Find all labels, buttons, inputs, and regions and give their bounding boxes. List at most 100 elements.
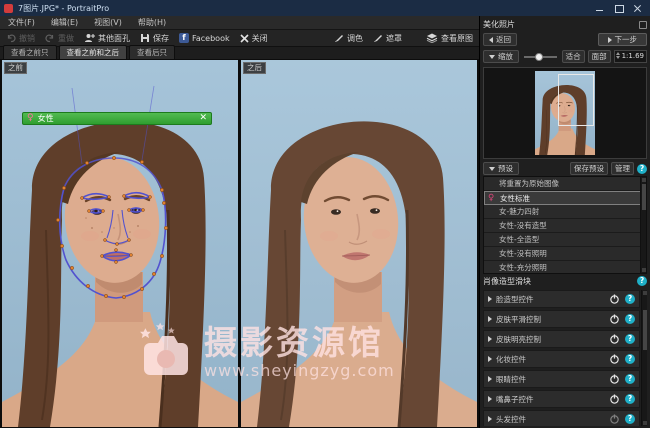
zoom-slider[interactable] — [522, 52, 559, 62]
minimize-button[interactable] — [595, 4, 604, 12]
preset-label: 女性-没有造型 — [499, 220, 547, 231]
navigator[interactable] — [483, 67, 647, 159]
presets-collapse-button[interactable]: 预设 — [483, 162, 519, 175]
section-makeup[interactable]: 化妆控件 ? — [483, 350, 640, 368]
preset-item-no-lighting[interactable]: 女性-没有照明 — [484, 247, 646, 261]
before-image-pane[interactable]: 之前 ♀ 女性 ✕ — [2, 60, 238, 427]
menu-view[interactable]: 视图(V) — [86, 16, 130, 30]
scroll-up-icon[interactable] — [643, 291, 647, 295]
power-toggle-icon[interactable] — [609, 414, 620, 425]
tab-view-before-only[interactable]: 查看之前只 — [3, 45, 57, 59]
zoom-controls: 缩放 适合 面部 1:1.69 — [483, 48, 647, 65]
close-image-label: 关闭 — [252, 33, 268, 44]
section-label: 脸造型控件 — [496, 294, 534, 305]
expand-icon — [488, 376, 492, 382]
undo-icon — [6, 33, 16, 43]
ratio-spinner-icon[interactable] — [616, 52, 620, 59]
gender-label: 女性 — [38, 113, 54, 124]
presets-help-icon[interactable]: ? — [637, 164, 647, 174]
menu-help[interactable]: 帮助(H) — [130, 16, 174, 30]
scrollbar-thumb[interactable] — [643, 310, 647, 350]
scroll-down-icon[interactable] — [642, 268, 646, 272]
power-toggle-icon[interactable] — [609, 394, 620, 405]
maximize-button[interactable] — [614, 4, 623, 12]
presets-header: 预设 保存预设 管理 ? — [483, 161, 647, 176]
save-preset-button[interactable]: 保存预设 — [570, 162, 608, 175]
menu-file[interactable]: 文件(F) — [0, 16, 43, 30]
section-skin-lighting[interactable]: 皮肤明亮控制 ? — [483, 330, 640, 348]
gender-bar[interactable]: ♀ 女性 ✕ — [22, 112, 212, 125]
preset-label: 将重置为原始图像 — [499, 178, 559, 189]
scrollbar-thumb[interactable] — [642, 184, 646, 210]
expand-icon — [488, 356, 492, 362]
help-icon[interactable]: ? — [625, 354, 635, 364]
next-button[interactable]: 下一步 — [598, 33, 648, 46]
zoom-fit-button[interactable]: 适合 — [562, 50, 585, 63]
preset-item-full-styling[interactable]: 女性-全造型 — [484, 233, 646, 247]
scroll-down-icon[interactable] — [643, 421, 647, 425]
menu-edit[interactable]: 编辑(E) — [43, 16, 86, 30]
tab-view-before-and-after[interactable]: 查看之前和之后 — [59, 45, 128, 59]
help-icon[interactable]: ? — [625, 314, 635, 324]
preset-item-female-standard[interactable]: ♀ 女性标准 — [484, 191, 646, 205]
preset-item-full-lighting[interactable]: 女性-充分照明 — [484, 261, 646, 274]
after-image-pane[interactable]: 之后 — [241, 60, 477, 427]
sliders-title: 肖像造型滑块 — [483, 276, 531, 287]
help-icon[interactable]: ? — [625, 394, 635, 404]
gender-bar-close-icon[interactable]: ✕ — [199, 113, 207, 124]
portraitpro-window: 7图片.JPG* - PortraitPro 文件(F) 编辑(E) 视图(V)… — [0, 0, 650, 428]
facebook-button[interactable]: f Facebook — [179, 33, 230, 43]
zoom-ratio-field[interactable]: 1:1.69 — [614, 50, 647, 63]
zoom-ratio-value: 1:1.69 — [622, 52, 644, 60]
zoom-collapse-button[interactable]: 缩放 — [483, 50, 519, 63]
female-icon: ♀ — [27, 113, 34, 124]
section-skin-smoothing[interactable]: 皮肤平滑控制 ? — [483, 310, 640, 328]
zoom-fit-label: 适合 — [566, 51, 581, 62]
sliders-help-icon[interactable]: ? — [637, 276, 647, 286]
help-icon[interactable]: ? — [625, 374, 635, 384]
mask-brush-button[interactable]: 遮罩 — [373, 33, 402, 44]
section-mouth-nose[interactable]: 嘴鼻子控件 ? — [483, 390, 640, 408]
preset-item-no-styling[interactable]: 女性-没有造型 — [484, 219, 646, 233]
view-original-button[interactable]: 查看原图 — [426, 33, 473, 44]
power-toggle-icon[interactable] — [609, 374, 620, 385]
zoom-face-button[interactable]: 面部 — [588, 50, 611, 63]
other-faces-button[interactable]: 其他面孔 — [84, 33, 130, 44]
redo-button[interactable]: 重做 — [45, 33, 74, 44]
scroll-up-icon[interactable] — [642, 178, 646, 182]
zoom-slider-thumb[interactable] — [535, 53, 543, 61]
popout-icon[interactable] — [639, 21, 647, 29]
section-eye[interactable]: 眼睛控件 ? — [483, 370, 640, 388]
manage-presets-button[interactable]: 管理 — [611, 162, 634, 175]
help-icon[interactable]: ? — [625, 294, 635, 304]
section-face-sculpt[interactable]: 脸造型控件 ? — [483, 290, 640, 308]
save-button[interactable]: 保存 — [140, 33, 169, 44]
close-image-button[interactable]: 关闭 — [240, 33, 268, 44]
close-window-button[interactable] — [633, 4, 642, 12]
power-toggle-icon[interactable] — [609, 314, 620, 325]
section-hair[interactable]: 头发控件 ? — [483, 410, 640, 426]
help-icon[interactable]: ? — [625, 414, 635, 424]
save-icon — [140, 33, 150, 43]
preset-item-reset[interactable]: 将重置为原始图像 — [484, 177, 646, 191]
back-button[interactable]: 返回 — [483, 33, 517, 46]
menu-bar: 文件(F) 编辑(E) 视图(V) 帮助(H) — [0, 16, 479, 30]
tab-view-after-only[interactable]: 查看后只 — [129, 45, 175, 59]
undo-button[interactable]: 撤销 — [6, 33, 35, 44]
power-toggle-icon[interactable] — [609, 334, 620, 345]
section-label: 头发控件 — [496, 414, 526, 425]
preset-label: 女-魅力四射 — [499, 206, 539, 217]
help-icon[interactable]: ? — [625, 334, 635, 344]
next-arrow-icon — [608, 37, 612, 43]
sliders-scrollbar[interactable] — [641, 290, 647, 426]
power-toggle-icon[interactable] — [609, 354, 620, 365]
navigator-crop-rect[interactable] — [558, 74, 594, 126]
zoom-face-label: 面部 — [592, 51, 607, 62]
tint-brush-button[interactable]: 调色 — [334, 33, 363, 44]
presets-scrollbar[interactable] — [640, 177, 646, 273]
chevron-down-icon — [489, 167, 495, 171]
save-label: 保存 — [153, 33, 169, 44]
power-toggle-icon[interactable] — [609, 294, 620, 305]
preset-item-glamorous[interactable]: 女-魅力四射 — [484, 205, 646, 219]
back-arrow-icon — [489, 37, 493, 43]
